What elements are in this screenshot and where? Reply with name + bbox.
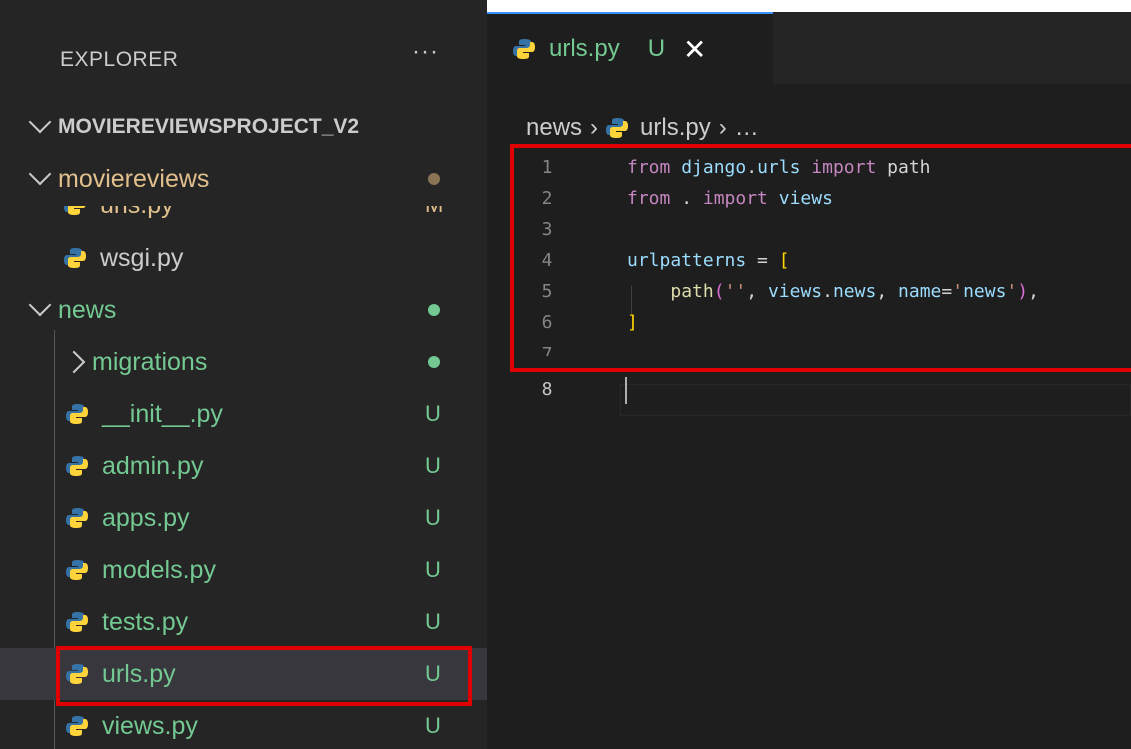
code-text: from django.urls import path — [627, 157, 931, 178]
python-file-icon — [513, 39, 535, 59]
folder-news[interactable]: news — [0, 284, 487, 336]
project-root[interactable]: MOVIEREVIEWSPROJECT_V2 — [0, 104, 487, 150]
untracked-badge: U — [425, 661, 441, 686]
tab-urls[interactable]: urls.py U ✕ — [487, 12, 773, 84]
chevron-right-icon: › — [590, 114, 599, 141]
text-cursor — [625, 377, 627, 404]
modified-dot — [428, 173, 440, 185]
tab-label: urls.py — [549, 35, 620, 62]
python-file-icon — [66, 612, 88, 632]
python-file-icon — [66, 456, 88, 476]
python-file-icon — [606, 118, 629, 138]
code-line: 7 — [487, 338, 1131, 356]
untracked-badge: U — [425, 713, 441, 738]
file-label: views.py — [102, 711, 198, 740]
close-icon[interactable]: ✕ — [683, 33, 706, 66]
line-number: 4 — [541, 250, 553, 271]
code-text: ] — [627, 312, 638, 333]
more-actions-icon[interactable]: ··· — [412, 38, 439, 66]
chevron-right-icon — [62, 350, 86, 374]
file-tests[interactable]: tests.py U — [0, 596, 487, 648]
project-name: MOVIEREVIEWSPROJECT_V2 — [58, 115, 360, 138]
code-line: 2 from . import views — [487, 183, 1131, 214]
file-views[interactable]: views.py U — [0, 700, 487, 749]
code-line: 3 — [487, 214, 1131, 245]
chevron-down-icon — [28, 293, 52, 317]
breadcrumb-more[interactable]: … — [735, 114, 759, 142]
file-label: admin.py — [102, 451, 204, 480]
code-text: from . import views — [627, 188, 833, 209]
file-apps[interactable]: apps.py U — [0, 492, 487, 544]
file-wsgi[interactable]: wsgi.py — [0, 232, 487, 284]
tab-bar-empty — [773, 12, 1131, 84]
chevron-right-icon: › — [718, 114, 727, 141]
python-file-icon — [66, 716, 88, 736]
chevron-down-icon — [28, 162, 52, 186]
file-init[interactable]: __init__.py U — [0, 388, 487, 440]
line-number: 5 — [541, 281, 553, 302]
chevron-down-icon — [28, 110, 52, 134]
untracked-dot — [428, 304, 440, 316]
code-line: 4 urlpatterns = [ — [487, 245, 1131, 276]
line-number: 6 — [541, 312, 553, 333]
explorer-title: EXPLORER — [60, 48, 179, 71]
untracked-badge: U — [425, 557, 441, 582]
untracked-dot — [428, 356, 440, 368]
file-label: tests.py — [102, 607, 189, 636]
code-line-active: 8 — [487, 373, 1131, 405]
folder-label: migrations — [92, 347, 208, 376]
code-line: 5 path('', views.news, name='news'), — [487, 276, 1131, 307]
line-number: 8 — [541, 378, 553, 400]
untracked-badge: U — [425, 505, 441, 530]
python-file-icon — [66, 508, 88, 528]
folder-migrations[interactable]: migrations — [0, 336, 487, 388]
line-number: 7 — [541, 344, 553, 356]
file-label: models.py — [102, 555, 216, 584]
file-label: __init__.py — [102, 399, 223, 428]
explorer-sidebar: EXPLORER ··· MOVIEREVIEWSPROJECT_V2 movi… — [0, 0, 487, 749]
breadcrumb-folder[interactable]: news — [526, 114, 582, 142]
file-label: urls.py — [102, 659, 176, 688]
python-file-icon — [66, 560, 88, 580]
folder-label: news — [58, 295, 117, 324]
python-file-icon — [64, 248, 86, 268]
file-label: wsgi.py — [100, 243, 184, 272]
line-number: 2 — [541, 188, 553, 209]
untracked-badge: U — [425, 609, 441, 634]
untracked-badge: U — [425, 453, 441, 478]
code-editor[interactable]: 1 from django.urls import path 2 from . … — [487, 152, 1131, 405]
breadcrumb: news › urls.py › … — [526, 108, 767, 148]
file-models[interactable]: models.py U — [0, 544, 487, 596]
line-number: 3 — [541, 219, 553, 240]
file-label: apps.py — [102, 503, 190, 532]
folder-moviereviews[interactable]: moviereviews — [0, 152, 487, 206]
tab-status: U — [647, 35, 666, 62]
python-file-icon — [66, 664, 88, 684]
line-number: 1 — [541, 157, 553, 178]
python-file-icon — [66, 404, 88, 424]
untracked-badge: U — [425, 401, 441, 426]
code-line: 6 ] — [487, 307, 1131, 338]
code-line: 1 from django.urls import path — [487, 152, 1131, 183]
folder-label: moviereviews — [58, 164, 210, 193]
file-urls-selected[interactable]: urls.py U — [0, 648, 487, 700]
code-text: path('', views.news, name='news'), — [670, 281, 1039, 302]
file-admin[interactable]: admin.py U — [0, 440, 487, 492]
breadcrumb-file[interactable]: urls.py — [640, 114, 711, 142]
code-text: urlpatterns = [ — [627, 250, 790, 271]
